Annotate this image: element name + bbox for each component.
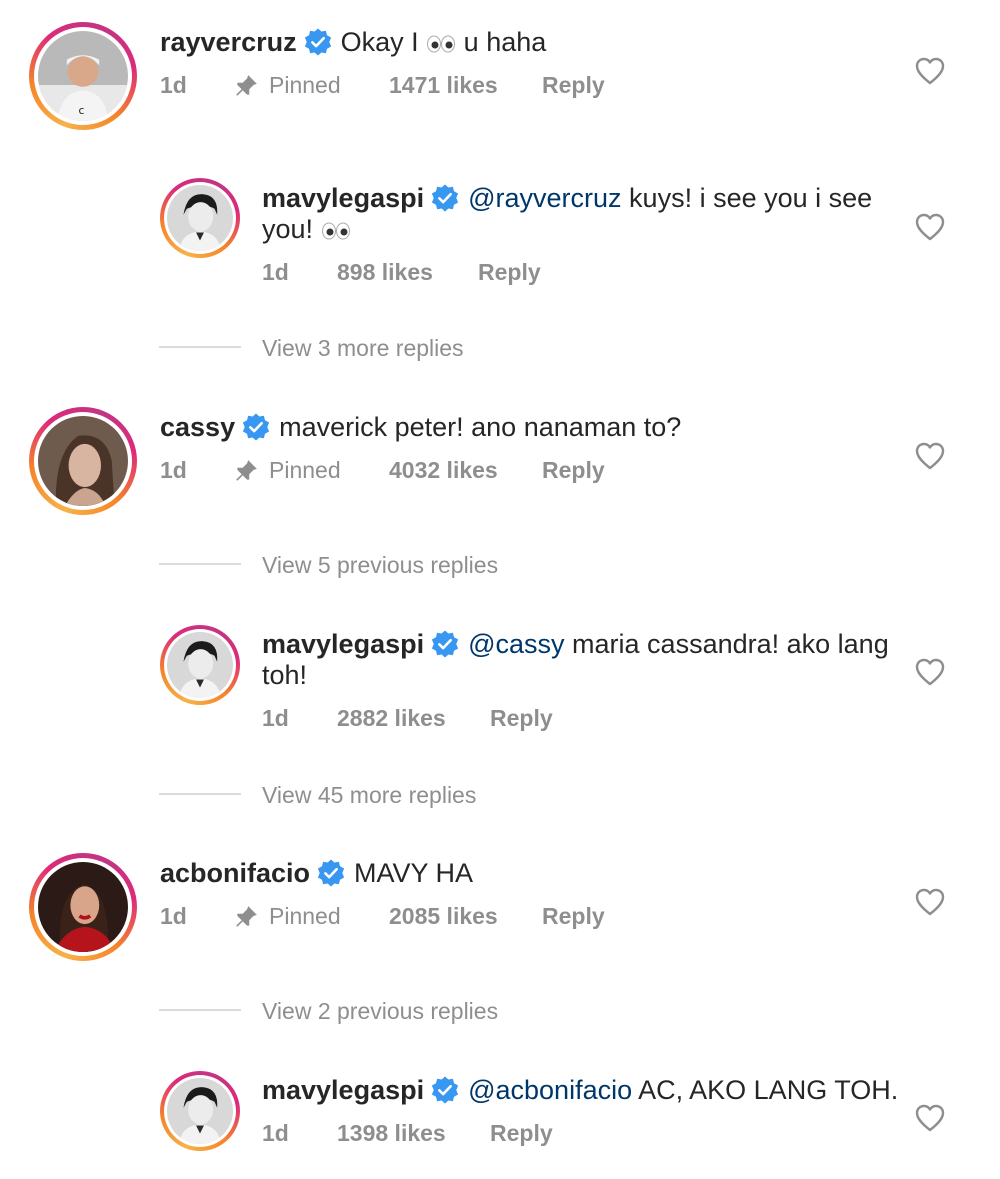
likes-count[interactable]: 898 likes [337,259,433,286]
comment-text-row: mavylegaspi @rayvercruz kuys! i see you i… [262,182,872,214]
comment-text-row: you! [262,213,351,245]
comment-body: toh! [262,660,308,690]
reply-button[interactable]: Reply [478,259,541,286]
likes-count[interactable]: 4032 likes [389,457,498,484]
heart-outline-icon[interactable] [914,887,946,917]
comment-time: 1d [160,457,187,483]
verified-badge-icon [242,413,270,441]
comment-text-row: rayvercruz Okay I u haha [160,26,546,58]
mention-link[interactable]: @rayvercruz [468,183,621,213]
verified-badge-icon [317,859,345,887]
pin-icon [236,459,257,481]
avatar-rayvercruz[interactable]: c [29,22,137,130]
view-replies-link[interactable]: View 5 previous replies [262,552,498,579]
comment-text-row: mavylegaspi @acbonifacio AC, AKO LANG TOH… [262,1074,898,1106]
comment-body: maria cassandra! ako lang [572,629,889,659]
verified-badge-icon [304,28,331,56]
reply-button[interactable]: Reply [542,457,605,484]
verified-badge-icon [431,184,459,212]
avatar-mavylegaspi[interactable] [160,178,240,258]
heart-outline-icon[interactable] [914,1103,946,1133]
pin-icon [236,74,257,96]
heart-outline-icon[interactable] [914,657,946,687]
divider [159,346,241,348]
likes-count[interactable]: 1471 likes [389,72,498,99]
comment-body: MAVY HA [354,858,474,888]
username[interactable]: mavylegaspi [262,183,424,213]
heart-outline-icon[interactable] [914,441,946,471]
comment-time: 1d [262,705,289,731]
divider [159,1009,241,1011]
avatar-cassy[interactable] [29,407,137,515]
view-replies-link[interactable]: View 45 more replies [262,782,476,809]
eyes-emoji [321,222,350,240]
mention-link[interactable]: @cassy [468,629,564,659]
comment-text-row: acbonifacio MAVY HA [160,857,473,889]
reply-button[interactable]: Reply [542,72,605,99]
pin-icon [236,905,257,927]
username[interactable]: rayvercruz [160,27,297,57]
comment-body: AC, AKO LANG TOH. [638,1075,899,1105]
username[interactable]: cassy [160,412,235,442]
reply-button[interactable]: Reply [490,705,553,732]
avatar-mavylegaspi[interactable] [160,625,240,705]
svg-text:c: c [79,104,85,117]
likes-count[interactable]: 2085 likes [389,903,498,930]
comment-text-row: toh! [262,659,307,691]
heart-outline-icon[interactable] [914,212,946,242]
reply-button[interactable]: Reply [490,1120,553,1147]
pinned-label: Pinned [233,903,341,930]
verified-badge-icon [431,630,459,658]
pinned-label: Pinned [233,72,341,99]
comment-body: Okay I [340,27,419,57]
heart-outline-icon[interactable] [914,56,946,86]
username[interactable]: mavylegaspi [262,629,424,659]
comment-text-row: cassy maverick peter! ano nanaman to? [160,411,681,443]
username[interactable]: mavylegaspi [262,1075,424,1105]
comment-time: 1d [262,259,289,285]
pinned-label: Pinned [233,457,341,484]
eyes-emoji [427,35,456,53]
view-replies-link[interactable]: View 2 previous replies [262,998,498,1025]
comment-text-row: mavylegaspi @cassy maria cassandra! ako l… [262,628,889,660]
divider [159,563,241,565]
comment-body: kuys! i see you i see [629,183,873,213]
likes-count[interactable]: 1398 likes [337,1120,446,1147]
comment-time: 1d [160,903,187,929]
reply-button[interactable]: Reply [542,903,605,930]
comment-body: u haha [463,27,547,57]
avatar-acbonifacio[interactable] [29,853,137,961]
divider [159,793,241,795]
verified-badge-icon [431,1076,459,1104]
view-replies-link[interactable]: View 3 more replies [262,335,464,362]
username[interactable]: acbonifacio [160,858,310,888]
comment-time: 1d [262,1120,289,1146]
mention-link[interactable]: @acbonifacio [468,1075,632,1105]
avatar-mavylegaspi[interactable] [160,1071,240,1151]
comment-body: maverick peter! ano nanaman to? [279,412,682,442]
comment-time: 1d [160,72,187,98]
likes-count[interactable]: 2882 likes [337,705,446,732]
comment-body: you! [262,214,314,244]
